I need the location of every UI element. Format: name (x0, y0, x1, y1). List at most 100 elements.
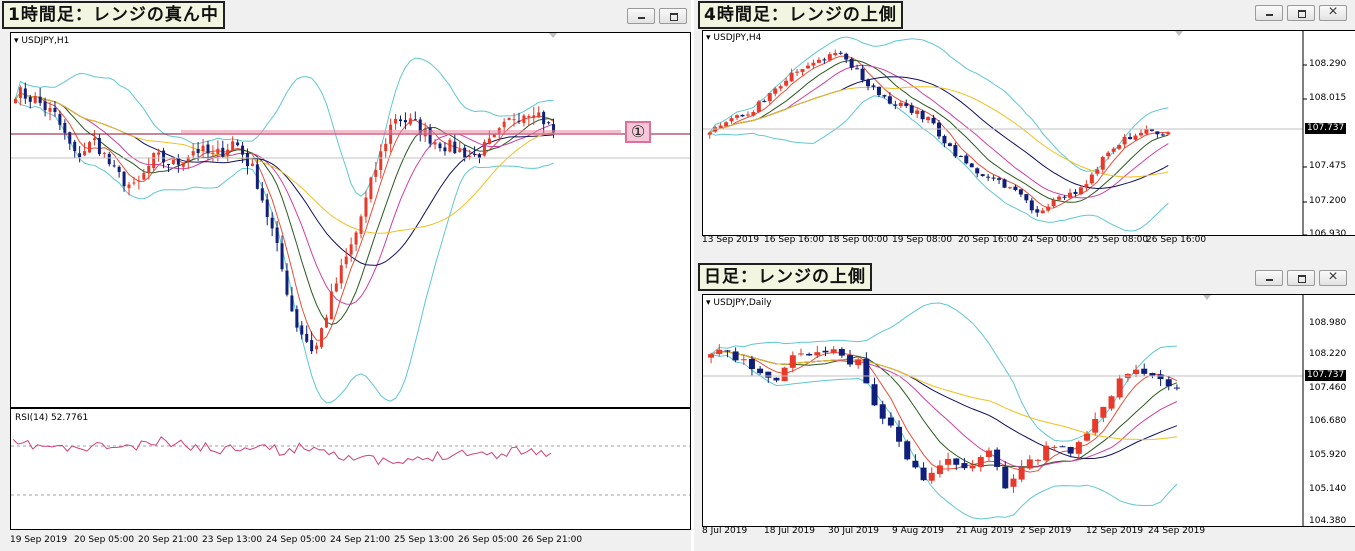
candle-body (92, 138, 96, 141)
h4-window-controls (1255, 3, 1347, 21)
daily-time-label: 24 Sep 2019 (1148, 526, 1206, 536)
h4-window-title: 4時間足：レンジの上側 (698, 1, 903, 29)
candle-body (936, 465, 943, 475)
h1-time-label: 20 Sep 05:00 (74, 535, 135, 545)
candle-body (904, 441, 911, 460)
h1-time-label: 20 Sep 21:00 (138, 535, 199, 545)
candle-body (532, 115, 536, 118)
candle-body (1062, 196, 1067, 198)
candle-body (1084, 433, 1091, 441)
candle-body (58, 114, 62, 125)
candle-body (329, 291, 333, 320)
candle-body (833, 53, 838, 56)
h1-rsi-panel[interactable]: RSI(14) 52.7761 (10, 408, 691, 530)
h1-window-controls (627, 8, 687, 24)
minimize-button[interactable] (1255, 270, 1283, 286)
range-marker-badge: ① (625, 121, 651, 143)
candle-body (822, 59, 827, 61)
candle-body (1010, 478, 1017, 487)
candle-body (1138, 132, 1143, 136)
candle-body (78, 153, 82, 158)
candle-body (1173, 387, 1180, 389)
candle-body (339, 265, 343, 284)
daily-time-label: 9 Aug 2019 (892, 526, 944, 536)
candle-body (547, 122, 551, 124)
candle-body (394, 118, 398, 124)
candle-body (473, 154, 477, 156)
candle-body (1018, 189, 1023, 195)
h4-time-label: 16 Sep 16:00 (764, 235, 825, 245)
h4-price-label: 108.015 (1309, 93, 1347, 103)
h4-time-label: 18 Sep 00:00 (828, 235, 889, 245)
candle-body (537, 112, 541, 118)
candle-body (871, 384, 878, 406)
candle-body (748, 358, 755, 370)
scroll-marker (549, 33, 557, 38)
daily-time-label: 30 Jul 2019 (828, 526, 879, 536)
rsi-label: RSI(14) 52.7761 (15, 413, 89, 423)
candle-body (1166, 132, 1171, 135)
candle-body (206, 144, 210, 154)
candle-body (1034, 459, 1041, 461)
candle-body (797, 353, 804, 355)
candle-body (1111, 148, 1116, 152)
maximize-button[interactable] (659, 8, 687, 24)
candle-body (961, 463, 968, 469)
candle-body (805, 65, 810, 69)
candle-body (773, 377, 780, 381)
h4-time-label: 13 Sep 2019 (702, 235, 760, 245)
maximize-button[interactable] (1287, 5, 1315, 21)
candle-body (830, 349, 837, 353)
candle-body (1128, 136, 1133, 140)
candle-body (1084, 184, 1089, 188)
daily-time-label: 21 Aug 2019 (956, 526, 1014, 536)
maximize-button[interactable] (1287, 270, 1315, 286)
h1-time-axis: 19 Sep 2019 20 Sep 05:00 20 Sep 21:00 23 Se… (10, 535, 689, 549)
candle-body (1075, 442, 1082, 454)
candle-body (980, 174, 985, 177)
candle-body (290, 295, 294, 312)
h4-symbol-text: USDJPY,H4 (713, 33, 762, 43)
candle-body (876, 86, 881, 96)
candle-body (166, 163, 170, 165)
candle-body (512, 119, 516, 121)
candle-body (468, 155, 472, 157)
candle-body (773, 88, 778, 94)
ma-green-line (15, 92, 554, 325)
candle-body (117, 166, 121, 173)
h4-time-label: 20 Sep 16:00 (958, 235, 1019, 245)
candle-body (433, 142, 437, 145)
ma-pink-line (15, 92, 554, 305)
candle-body (63, 122, 67, 133)
h1-chart-window: 1時間足：レンジの真ん中 ▾ USDJPY,H1 ① RSI(14) 52.77… (0, 0, 691, 551)
daily-price-label: 108.980 (1309, 318, 1347, 328)
candle-body (1013, 186, 1018, 191)
candle-body (241, 145, 245, 155)
minimize-button[interactable] (627, 8, 655, 24)
candle-body (127, 184, 131, 189)
daily-symbol-label: ▾ USDJPY,Daily (706, 298, 772, 308)
ma-pink-line (710, 351, 1178, 468)
candle-body (295, 309, 299, 328)
candle-body (1051, 200, 1056, 207)
candle-body (122, 171, 126, 187)
h4-current-price-tag: 107.737 (1305, 123, 1347, 134)
candle-body (517, 120, 521, 122)
daily-price-label: 105.920 (1309, 450, 1347, 460)
daily-price-label: 107.460 (1309, 383, 1347, 393)
daily-price-chart[interactable]: ▾ USDJPY,Daily 108.980 108.220 107.460 106.… (702, 294, 1355, 527)
minimize-button[interactable] (1255, 5, 1283, 21)
daily-current-price-tag: 107.737 (1305, 370, 1347, 381)
close-button[interactable] (1319, 268, 1347, 286)
close-button[interactable] (1319, 3, 1347, 21)
daily-time-label: 18 Jul 2019 (764, 526, 815, 536)
candle-body (887, 417, 894, 426)
candle-body (33, 96, 37, 103)
candle-body (379, 151, 383, 170)
candle-body (718, 125, 723, 128)
rsi-line (12, 436, 552, 466)
candle-body (73, 141, 77, 152)
h4-price-chart[interactable]: ▾ USDJPY,H4 108.290 108.015 107.475 107.200… (702, 30, 1355, 236)
h1-price-chart[interactable]: ▾ USDJPY,H1 ① (10, 32, 691, 408)
candle-body (893, 104, 898, 106)
